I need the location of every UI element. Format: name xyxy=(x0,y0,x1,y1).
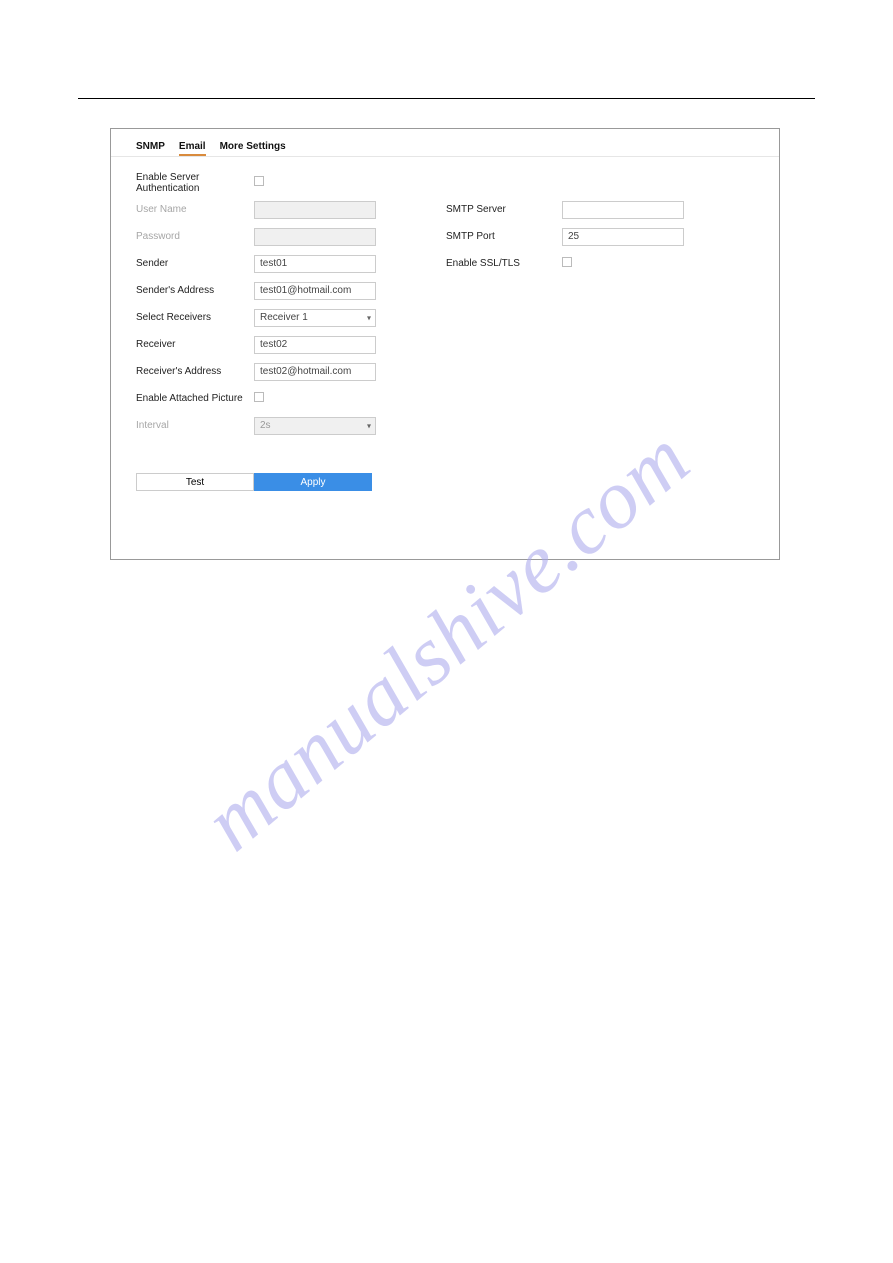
receiver-address-input[interactable] xyxy=(254,363,376,381)
enable-ssl-label: Enable SSL/TLS xyxy=(446,258,562,269)
chevron-down-icon: ▾ xyxy=(367,421,371,430)
enable-auth-checkbox[interactable] xyxy=(254,176,264,186)
interval-label: Interval xyxy=(136,420,254,431)
username-label: User Name xyxy=(136,204,254,215)
tab-more-settings[interactable]: More Settings xyxy=(220,141,286,156)
smtp-port-label: SMTP Port xyxy=(446,231,562,242)
select-receivers-value: Receiver 1 xyxy=(260,312,308,323)
button-row: Test Apply xyxy=(136,473,446,491)
username-input[interactable] xyxy=(254,201,376,219)
sender-address-input[interactable] xyxy=(254,282,376,300)
receiver-input[interactable] xyxy=(254,336,376,354)
select-receivers-label: Select Receivers xyxy=(136,312,254,323)
tab-snmp[interactable]: SNMP xyxy=(136,141,165,156)
smtp-port-input[interactable] xyxy=(562,228,684,246)
form-area: Enable Server Authentication User Name P… xyxy=(111,157,779,491)
right-column: SMTP Server SMTP Port Enable SSL/TLS xyxy=(446,169,746,491)
enable-attached-checkbox[interactable] xyxy=(254,392,264,402)
select-receivers-dropdown[interactable]: Receiver 1 ▾ xyxy=(254,309,376,327)
settings-panel: SNMP Email More Settings Enable Server A… xyxy=(110,128,780,560)
left-column: Enable Server Authentication User Name P… xyxy=(136,169,446,491)
sender-input[interactable] xyxy=(254,255,376,273)
tab-email[interactable]: Email xyxy=(179,141,206,156)
password-label: Password xyxy=(136,231,254,242)
top-rule xyxy=(78,98,815,99)
receiver-label: Receiver xyxy=(136,339,254,350)
apply-button[interactable]: Apply xyxy=(254,473,372,491)
enable-auth-label: Enable Server Authentication xyxy=(136,172,254,194)
tab-bar: SNMP Email More Settings xyxy=(111,129,779,157)
receiver-address-label: Receiver's Address xyxy=(136,366,254,377)
smtp-server-label: SMTP Server xyxy=(446,204,562,215)
smtp-server-input[interactable] xyxy=(562,201,684,219)
enable-ssl-checkbox[interactable] xyxy=(562,257,572,267)
sender-address-label: Sender's Address xyxy=(136,285,254,296)
interval-dropdown[interactable]: 2s ▾ xyxy=(254,417,376,435)
password-input[interactable] xyxy=(254,228,376,246)
sender-label: Sender xyxy=(136,258,254,269)
test-button[interactable]: Test xyxy=(136,473,254,491)
interval-value: 2s xyxy=(260,420,271,431)
enable-attached-label: Enable Attached Picture xyxy=(136,393,254,404)
chevron-down-icon: ▾ xyxy=(367,313,371,322)
